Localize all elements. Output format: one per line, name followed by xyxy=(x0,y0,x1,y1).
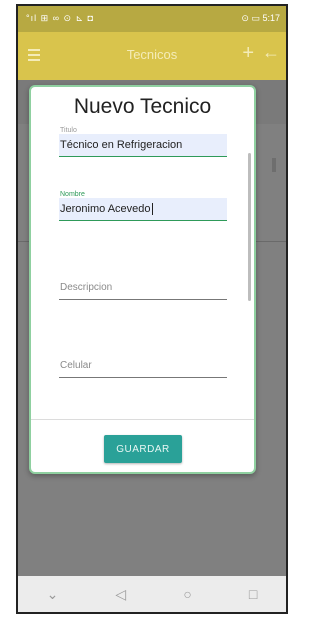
dialog-divider xyxy=(31,419,254,420)
nombre-field[interactable]: Nombre Jeronimo Acevedo xyxy=(59,191,227,221)
descripcion-field[interactable]: Descripcion xyxy=(59,277,227,300)
plus-icon[interactable]: + xyxy=(242,42,254,65)
recent-apps-icon[interactable]: □ xyxy=(249,586,257,602)
status-time: 5:17 xyxy=(262,13,280,23)
text-cursor xyxy=(151,203,153,216)
celular-input[interactable]: Celular xyxy=(59,355,227,378)
app-bar: Tecnicos + ← xyxy=(18,32,286,80)
nombre-label: Nombre xyxy=(60,191,85,198)
list-item-mark xyxy=(272,158,276,172)
descripcion-input[interactable]: Descripcion xyxy=(59,277,227,300)
dialog-scrollbar[interactable] xyxy=(248,153,251,301)
navigation-bar: ⌄ ◁ ○ □ xyxy=(18,576,286,612)
nombre-value: Jeronimo Acevedo xyxy=(60,203,151,215)
chevron-down-icon[interactable]: ⌄ xyxy=(47,586,59,603)
dialog-title: Nuevo Tecnico xyxy=(73,95,212,118)
status-icons-right: ⊙ ▭ 5:17 xyxy=(241,13,280,24)
home-circle-icon[interactable]: ○ xyxy=(183,586,191,602)
status-bar: °ıl ⊞ ∞ ⊙ ⊾ ◘ ⊙ ▭ 5:17 xyxy=(18,6,286,32)
nombre-input[interactable]: Jeronimo Acevedo xyxy=(59,198,227,221)
titulo-input[interactable]: Técnico en Refrigeracion xyxy=(59,134,227,157)
status-right-icons: ⊙ ▭ xyxy=(241,13,260,23)
titulo-label: Titulo xyxy=(60,127,77,134)
guardar-button[interactable]: GUARDAR xyxy=(104,435,182,463)
status-icons-left: °ıl ⊞ ∞ ⊙ ⊾ ◘ xyxy=(26,13,95,23)
back-triangle-icon[interactable]: ◁ xyxy=(115,586,126,603)
arrow-left-icon[interactable]: ← xyxy=(262,42,280,63)
nuevo-tecnico-dialog: Nuevo Tecnico Titulo Técnico en Refriger… xyxy=(29,85,256,474)
celular-field[interactable]: Celular xyxy=(59,355,227,378)
titulo-field[interactable]: Titulo Técnico en Refrigeracion xyxy=(59,127,227,157)
